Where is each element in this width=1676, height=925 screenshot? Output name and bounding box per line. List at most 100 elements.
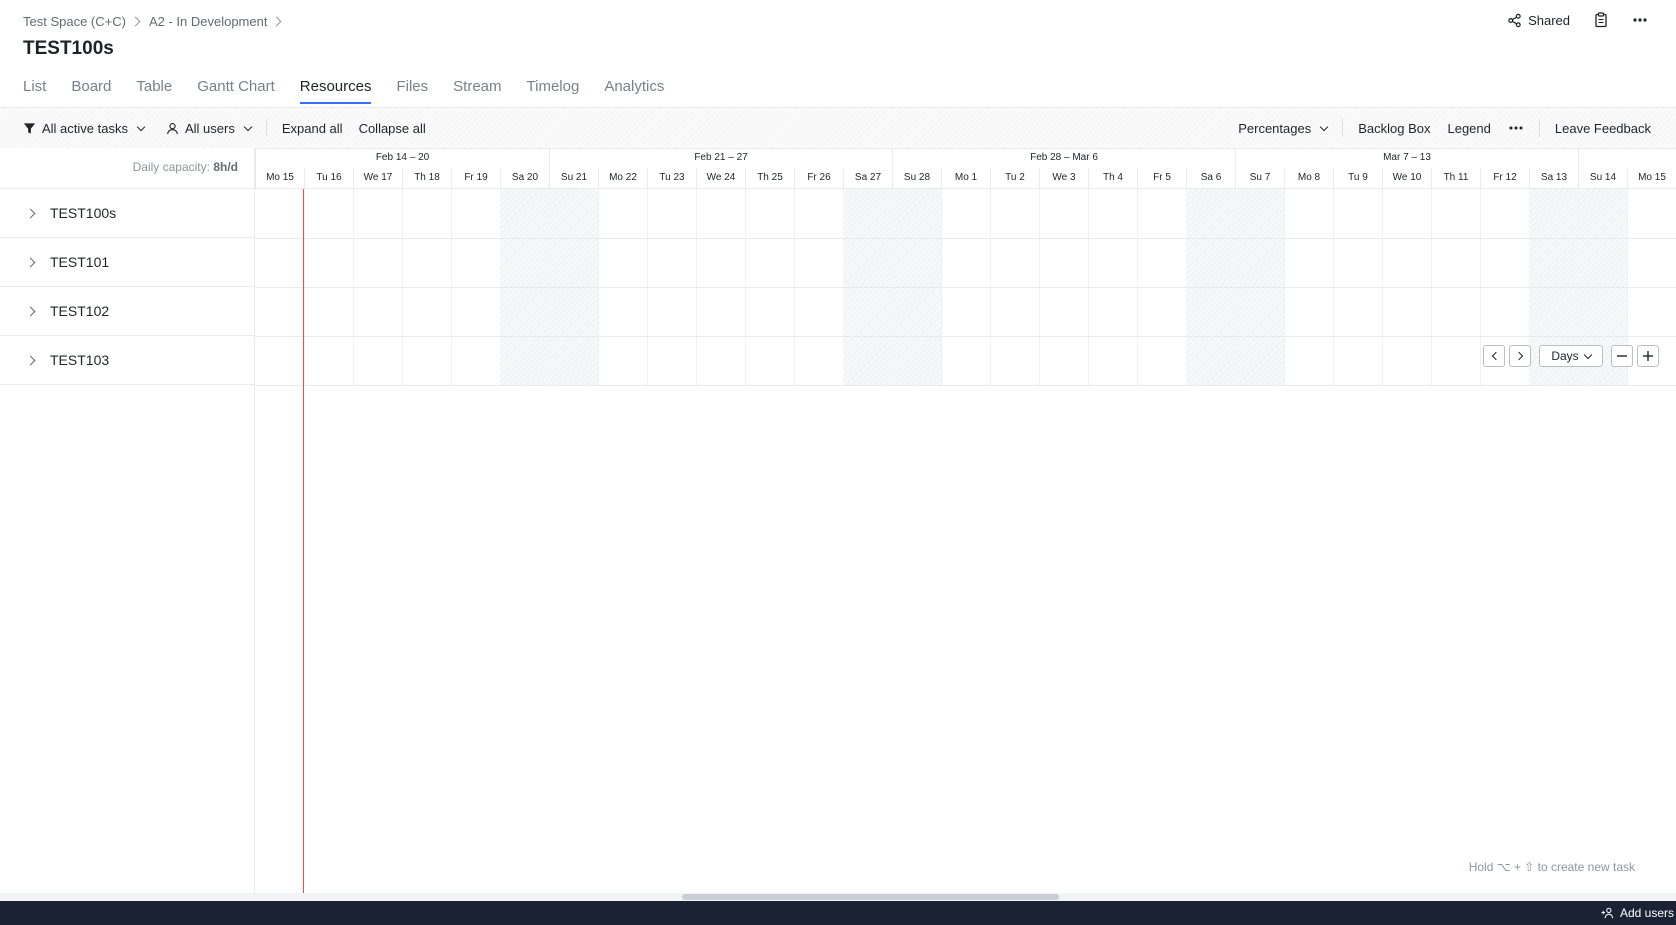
footer-bar: Add users [0, 901, 1676, 925]
clipboard-icon[interactable] [1594, 12, 1608, 28]
header-actions: Shared [1507, 12, 1648, 28]
users-filter-dropdown[interactable]: All users [166, 121, 253, 136]
week-header: Mar 7 – 13 [1235, 148, 1578, 168]
day-header: Th 11 [1431, 168, 1480, 188]
day-header: Fr 26 [794, 168, 843, 188]
chevron-down-icon [136, 122, 146, 131]
daily-capacity: Daily capacity: 8h/d [133, 160, 238, 174]
day-header: We 10 [1382, 168, 1431, 188]
day-header: Tu 9 [1333, 168, 1382, 188]
plus-icon [1643, 351, 1653, 361]
legend-button[interactable]: Legend [1447, 121, 1490, 136]
day-header: Tu 16 [304, 168, 353, 188]
tab-resources[interactable]: Resources [299, 76, 371, 104]
tab-timelog[interactable]: Timelog [527, 76, 580, 104]
chevron-right-icon[interactable] [25, 257, 36, 267]
tab-gantt-chart[interactable]: Gantt Chart [197, 76, 275, 104]
week-header: Feb 14 – 20 [255, 148, 549, 168]
add-users-label: Add users [1619, 906, 1674, 920]
resource-row-label: TEST101 [50, 254, 110, 270]
day-header: Th 4 [1088, 168, 1137, 188]
header-divider [255, 188, 1676, 189]
tab-table[interactable]: Table [136, 76, 172, 104]
chevron-right-icon[interactable] [25, 208, 36, 218]
task-filter-label: All active tasks [42, 120, 128, 136]
day-header: Tu 23 [647, 168, 696, 188]
tab-files[interactable]: Files [396, 76, 428, 104]
capacity-value: 8h/d [213, 160, 238, 174]
chevron-down-icon [243, 122, 253, 131]
display-mode-dropdown[interactable]: Percentages [1238, 120, 1329, 136]
share-icon [1508, 13, 1521, 27]
timeline-grid[interactable]: Feb 14 – 20 Feb 21 – 27 Feb 28 – Mar 6 M… [255, 148, 1676, 893]
row-divider [255, 287, 1676, 288]
zoom-out-button[interactable] [1611, 345, 1633, 367]
more-options-icon[interactable] [1508, 120, 1524, 136]
day-header: Mo 15 [255, 168, 304, 188]
day-header: We 17 [353, 168, 402, 188]
expand-all-button[interactable]: Expand all [282, 121, 343, 136]
day-header: Sa 13 [1529, 168, 1578, 188]
resource-row[interactable]: TEST102 [0, 287, 254, 336]
display-mode-label: Percentages [1238, 120, 1312, 136]
resource-row-label: TEST103 [50, 352, 110, 368]
resource-row[interactable]: TEST103 [0, 336, 254, 385]
next-period-button[interactable] [1509, 345, 1531, 367]
breadcrumb: Test Space (C+C) A2 - In Development [23, 14, 284, 29]
task-filter-dropdown[interactable]: All active tasks [23, 120, 146, 136]
today-marker [303, 189, 304, 893]
week-header [1578, 148, 1676, 168]
week-header: Feb 21 – 27 [549, 148, 892, 168]
timeline-navigation: Days [1483, 345, 1659, 367]
row-divider [255, 336, 1676, 337]
chevron-right-icon[interactable] [25, 355, 36, 365]
day-header: Mo 8 [1284, 168, 1333, 188]
create-task-hint: Hold ⌥ + ⇧ to create new task [1468, 860, 1635, 874]
view-tabs: List Board Table Gantt Chart Resources F… [23, 76, 689, 104]
tab-board[interactable]: Board [71, 76, 111, 104]
breadcrumb-item-space[interactable]: Test Space (C+C) [23, 14, 126, 29]
scrollbar-thumb[interactable] [682, 894, 1059, 900]
toolbar: All active tasks All users Expand all Co… [0, 107, 1676, 149]
tab-analytics[interactable]: Analytics [604, 76, 664, 104]
tab-stream[interactable]: Stream [453, 76, 501, 104]
backlog-box-button[interactable]: Backlog Box [1358, 121, 1430, 136]
user-icon [167, 122, 178, 134]
day-header: Su 7 [1235, 168, 1284, 188]
row-divider [255, 238, 1676, 239]
resource-row[interactable]: TEST100s [0, 189, 254, 238]
add-user-icon [1601, 907, 1614, 919]
day-header: Su 21 [549, 168, 598, 188]
resource-row[interactable]: TEST101 [0, 238, 254, 287]
resource-row-label: TEST100s [50, 205, 117, 221]
horizontal-scrollbar[interactable] [0, 893, 1676, 901]
day-header: Fr 5 [1137, 168, 1186, 188]
toolbar-divider [265, 119, 267, 137]
chevron-right-icon[interactable] [25, 306, 36, 316]
breadcrumb-item-folder[interactable]: A2 - In Development [149, 14, 268, 29]
collapse-all-button[interactable]: Collapse all [359, 121, 426, 136]
chevron-right-icon [272, 16, 282, 27]
shared-label: Shared [1528, 12, 1570, 28]
more-options-icon[interactable] [1632, 12, 1648, 28]
previous-period-button[interactable] [1483, 345, 1505, 367]
chevron-right-icon [1514, 351, 1523, 361]
row-divider [255, 385, 1676, 386]
time-scale-label: Days [1551, 349, 1579, 363]
tab-list[interactable]: List [23, 76, 46, 104]
day-header: Sa 20 [500, 168, 549, 188]
day-header: We 3 [1039, 168, 1088, 188]
toolbar-divider [1342, 119, 1344, 137]
time-scale-dropdown[interactable]: Days [1539, 345, 1603, 367]
resource-row-label: TEST102 [50, 303, 110, 319]
shared-button[interactable]: Shared [1507, 13, 1570, 28]
zoom-in-button[interactable] [1637, 345, 1659, 367]
leave-feedback-button[interactable]: Leave Feedback [1555, 121, 1651, 136]
add-users-button[interactable]: Add users [1601, 901, 1676, 925]
day-header: Mo 15 [1627, 168, 1676, 188]
day-header: Sa 6 [1186, 168, 1235, 188]
chevron-right-icon [130, 16, 141, 27]
day-header: Sa 27 [843, 168, 892, 188]
resource-list-pane: Daily capacity: 8h/d TEST100s TEST101 TE… [0, 148, 255, 893]
day-header: We 24 [696, 168, 745, 188]
